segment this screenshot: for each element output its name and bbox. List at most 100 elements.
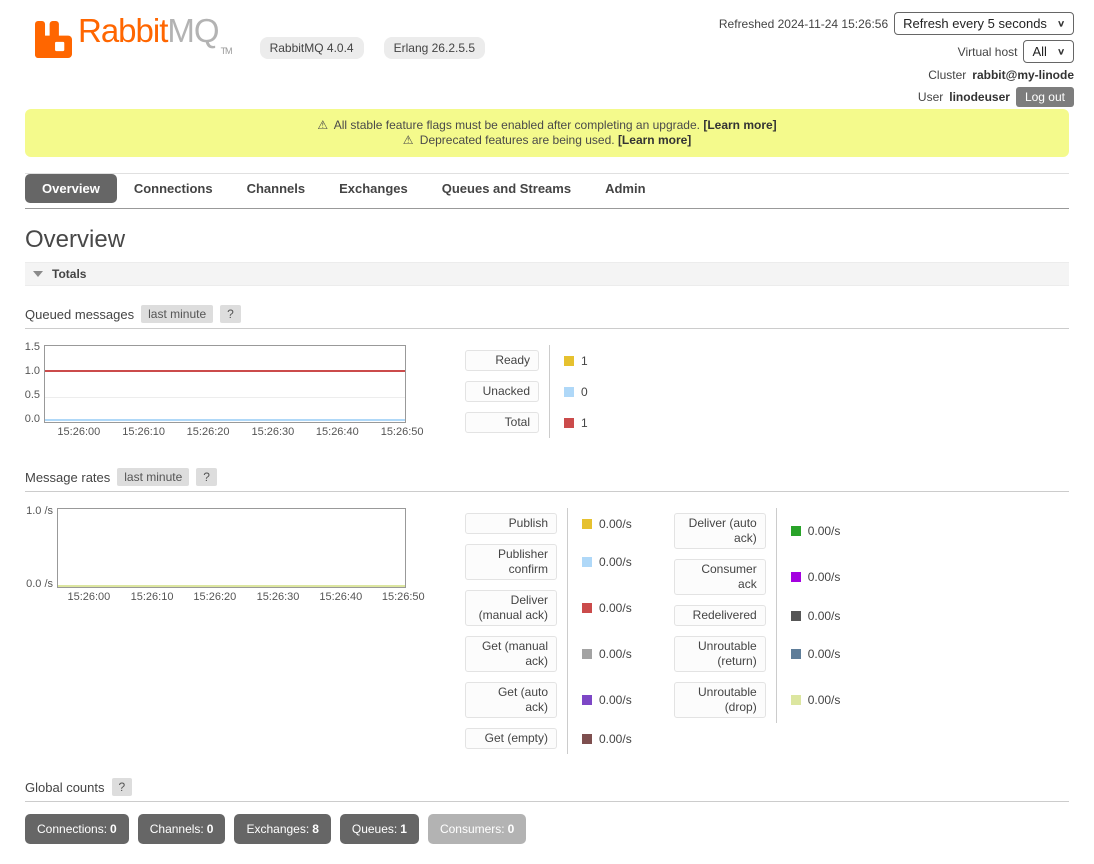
legend-swatch — [791, 695, 801, 705]
message-rates-legend-left: Publish 0.00/s Publisher confirm 0.00/s … — [465, 508, 632, 754]
page-title: Overview — [25, 226, 1069, 254]
channels-count-button[interactable]: Channels:0 — [138, 814, 226, 844]
learn-more-link[interactable]: [Learn more] — [618, 133, 691, 147]
x-tick: 15:26:40 — [319, 591, 362, 603]
count-label: Channels: — [150, 822, 204, 836]
queued-messages-legend: Ready 1 Unacked 0 Total 1 — [465, 345, 588, 438]
legend-value: 0.00/s — [599, 693, 632, 707]
y-tick: 1.0 — [25, 365, 40, 377]
queues-count-button[interactable]: Queues:1 — [340, 814, 419, 844]
count-value: 1 — [400, 822, 407, 836]
legend-value: 0.00/s — [808, 570, 841, 584]
total-series-line — [45, 370, 405, 372]
count-label: Consumers: — [440, 822, 505, 836]
legend-row: Unroutable (return) 0.00/s — [674, 631, 841, 677]
x-tick: 15:26:20 — [187, 426, 230, 438]
tab-overview[interactable]: Overview — [25, 174, 117, 203]
legend-swatch — [791, 572, 801, 582]
virtual-host-select[interactable]: All ∨ — [1023, 40, 1074, 63]
rates-timespan-chip[interactable]: last minute — [117, 468, 189, 486]
global-counts-title: Global counts — [25, 780, 105, 795]
legend-value: 0.00/s — [808, 693, 841, 707]
refresh-interval-value: Refresh every 5 seconds — [903, 16, 1047, 31]
totals-section-toggle[interactable]: Totals — [25, 262, 1069, 286]
exchanges-count-button[interactable]: Exchanges:8 — [234, 814, 330, 844]
x-tick: 15:26:00 — [57, 426, 100, 438]
y-tick: 1.0 /s — [26, 505, 53, 517]
legend-swatch — [582, 557, 592, 567]
legend-row: Get (auto ack) 0.00/s — [465, 677, 632, 723]
legend-label-get-empty: Get (empty) — [465, 728, 557, 749]
legend-swatch — [582, 695, 592, 705]
global-counts-help-icon[interactable]: ? — [112, 778, 133, 796]
cluster-name: rabbit@my-linode — [972, 68, 1074, 82]
legend-row: Deliver (auto ack) 0.00/s — [674, 508, 841, 554]
legend-value: 0 — [581, 385, 588, 399]
legend-row: Publish 0.00/s — [465, 508, 632, 539]
legend-label-get-manual-ack: Get (manual ack) — [465, 636, 557, 672]
x-tick: 15:26:40 — [316, 426, 359, 438]
legend-swatch — [564, 418, 574, 428]
queued-messages-header: Queued messages last minute ? — [25, 305, 1069, 329]
message-rates-header: Message rates last minute ? — [25, 468, 1069, 492]
legend-label-consumer-ack: Consumer ack — [674, 559, 766, 595]
tab-bar: Overview Connections Channels Exchanges … — [25, 173, 1069, 209]
connections-count-button[interactable]: Connections:0 — [25, 814, 129, 844]
message-rates-title: Message rates — [25, 470, 110, 485]
y-tick: 1.5 — [25, 341, 40, 353]
legend-value: 0.00/s — [808, 647, 841, 661]
rabbitmq-version-badge: RabbitMQ 4.0.4 — [260, 37, 364, 59]
warning-icon: ⚠ — [403, 133, 414, 147]
banner-text: Deprecated features are being used. — [420, 133, 615, 147]
message-rates-chart: 1.0 /s 0.0 /s 15:26:00 15:26:10 15:26:20… — [25, 508, 445, 588]
queued-help-icon[interactable]: ? — [220, 305, 241, 323]
tab-exchanges[interactable]: Exchanges — [322, 174, 425, 203]
brand-rabbit: Rabbit — [78, 12, 167, 49]
queued-timespan-chip[interactable]: last minute — [141, 305, 213, 323]
x-tick: 15:26:00 — [67, 591, 110, 603]
tab-channels[interactable]: Channels — [230, 174, 323, 203]
refresh-interval-select[interactable]: Refresh every 5 seconds ∨ — [894, 12, 1074, 35]
legend-label-publisher-confirm: Publisher confirm — [465, 544, 557, 580]
x-tick: 15:26:10 — [131, 591, 174, 603]
rates-help-icon[interactable]: ? — [196, 468, 217, 486]
tab-connections[interactable]: Connections — [117, 174, 230, 203]
legend-row: Publisher confirm 0.00/s — [465, 539, 632, 585]
legend-label-deliver-manual-ack: Deliver (manual ack) — [465, 590, 557, 626]
legend-value: 0.00/s — [599, 555, 632, 569]
y-tick: 0.0 — [25, 413, 40, 425]
x-tick: 15:26:20 — [193, 591, 236, 603]
brand-tm: TM — [221, 46, 232, 56]
tab-admin[interactable]: Admin — [588, 174, 662, 203]
header: RabbitMQTM RabbitMQ 4.0.4 Erlang 26.2.5.… — [0, 0, 1094, 105]
unroutable-drop-series-line — [58, 585, 405, 587]
legend-swatch — [582, 734, 592, 744]
legend-label-deliver-auto-ack: Deliver (auto ack) — [674, 513, 766, 549]
legend-row: Ready 1 — [465, 345, 588, 376]
legend-swatch — [582, 649, 592, 659]
warning-banner: ⚠ All stable feature flags must be enabl… — [25, 109, 1069, 157]
legend-value: 0.00/s — [599, 517, 632, 531]
refreshed-timestamp: Refreshed 2024-11-24 15:26:56 — [719, 17, 888, 31]
count-label: Connections: — [37, 822, 107, 836]
consumers-count-button[interactable]: Consumers:0 — [428, 814, 526, 844]
legend-row: Deliver (manual ack) 0.00/s — [465, 585, 632, 631]
legend-row: Total 1 — [465, 407, 588, 438]
user-name: linodeuser — [949, 90, 1010, 104]
legend-swatch — [582, 603, 592, 613]
y-tick: 0.0 /s — [26, 578, 53, 590]
legend-swatch — [791, 611, 801, 621]
legend-value: 0.00/s — [808, 609, 841, 623]
legend-row: Consumer ack 0.00/s — [674, 554, 841, 600]
rabbitmq-logo[interactable]: RabbitMQTM — [35, 12, 232, 70]
chevron-down-icon: ∨ — [1057, 18, 1065, 28]
legend-swatch — [582, 519, 592, 529]
logout-button[interactable]: Log out — [1016, 87, 1074, 107]
erlang-version-badge: Erlang 26.2.5.5 — [384, 37, 485, 59]
count-value: 0 — [508, 822, 515, 836]
learn-more-link[interactable]: [Learn more] — [703, 118, 776, 132]
chevron-down-icon: ∨ — [1057, 46, 1065, 56]
tab-queues-and-streams[interactable]: Queues and Streams — [425, 174, 588, 203]
count-label: Exchanges: — [246, 822, 309, 836]
queued-messages-section: 1.5 1.0 0.5 0.0 15:26:00 15:26:10 15:26:… — [25, 345, 1069, 438]
